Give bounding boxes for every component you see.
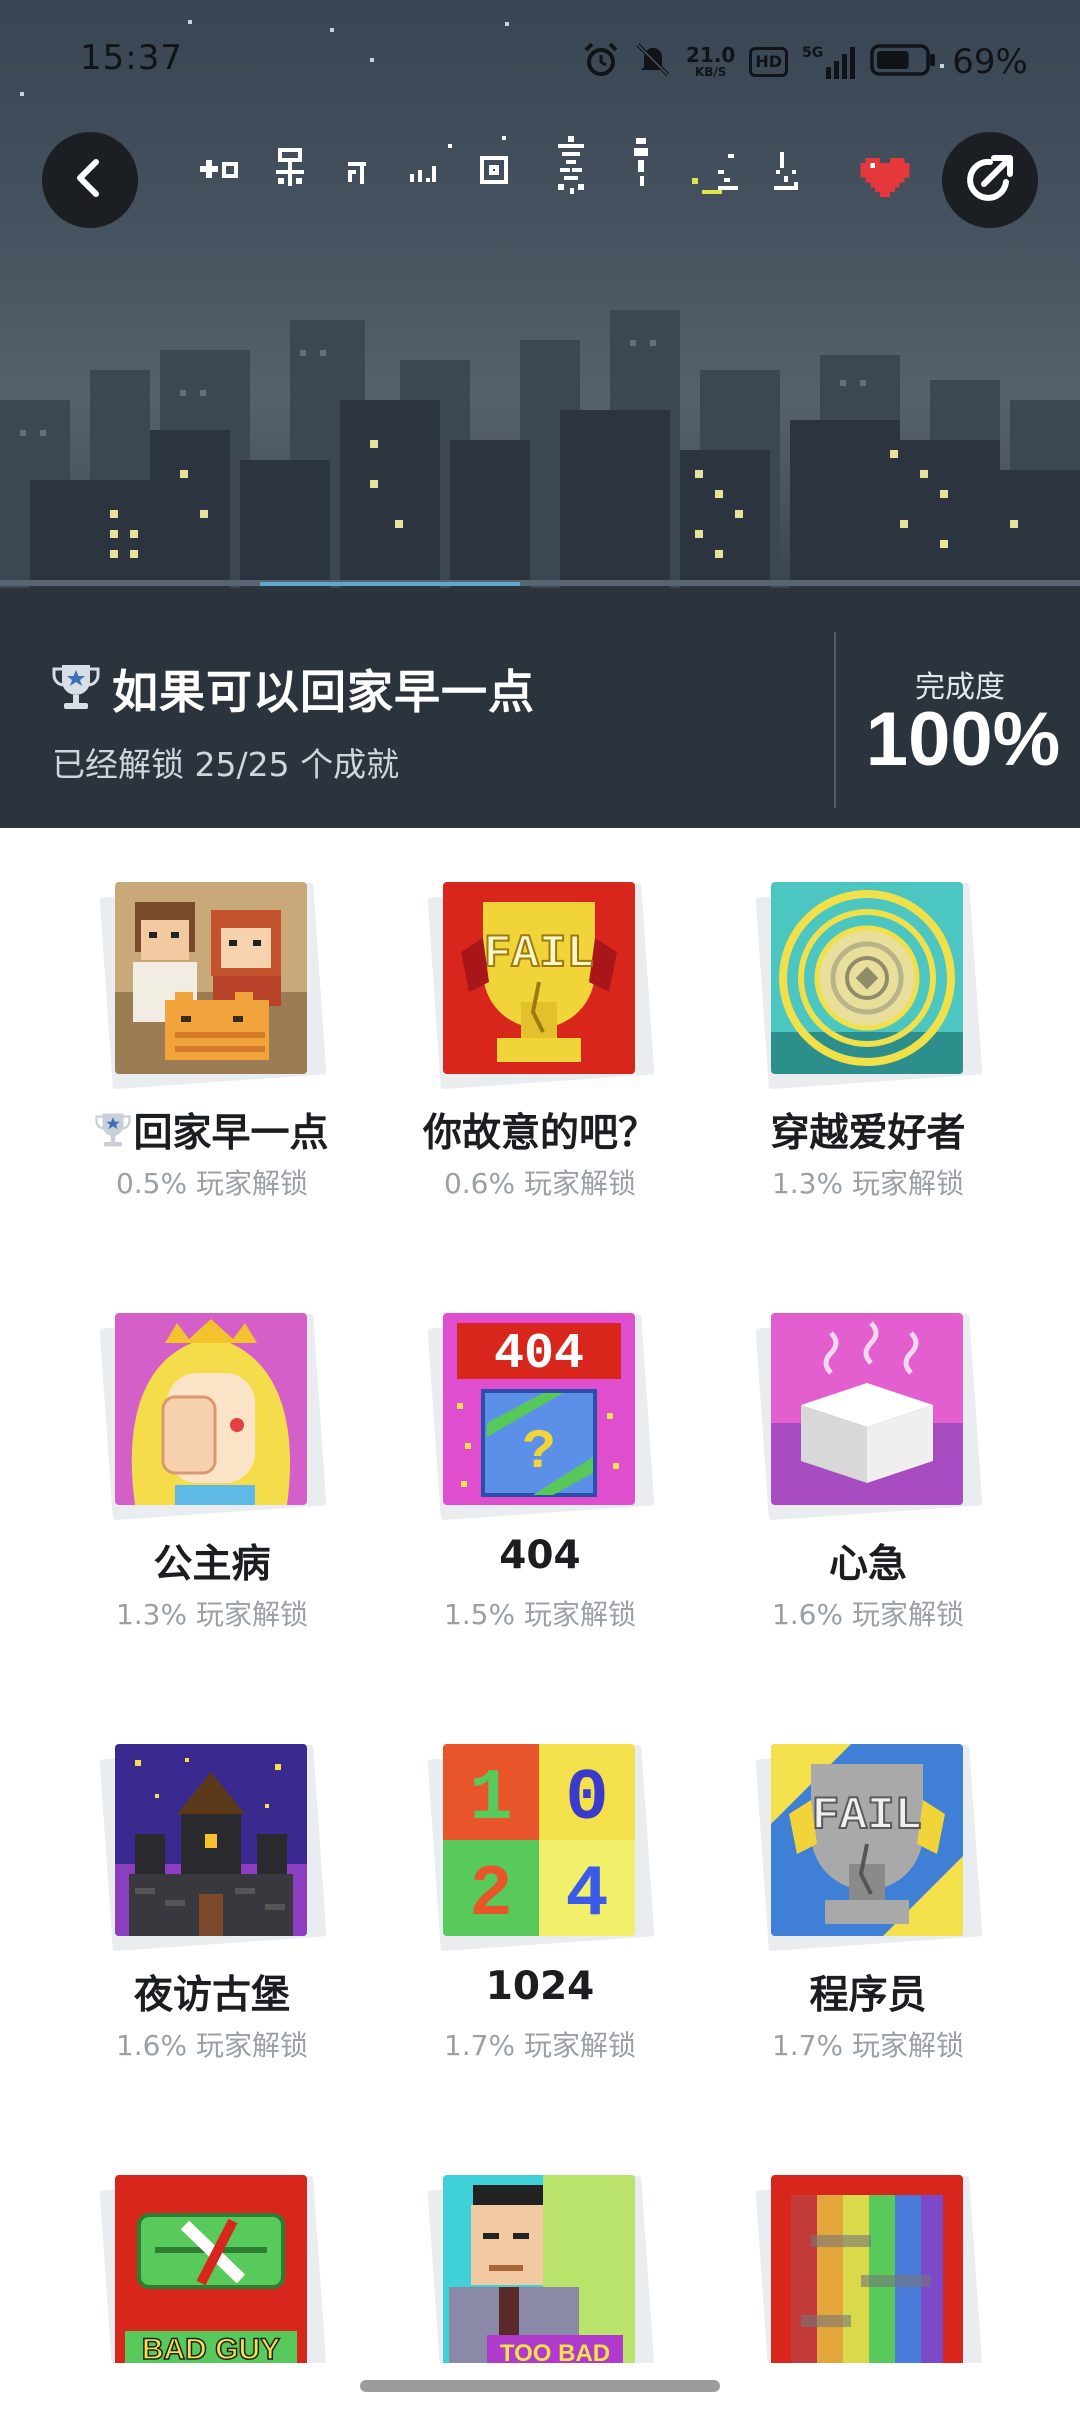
city-skyline xyxy=(0,310,1080,610)
game-title-row: 如果可以回家早一点 xyxy=(52,656,535,722)
achievement-badge-fail-red: FAIL xyxy=(443,882,635,1074)
home-indicator[interactable] xyxy=(360,2380,720,2392)
achievement-card[interactable]: 1 0 2 4 1024 1.7% 玩家解锁 xyxy=(380,1702,700,2082)
share-button[interactable] xyxy=(942,132,1038,228)
achievement-badge-portal xyxy=(771,882,963,1074)
achievement-badge-castle xyxy=(115,1744,307,1936)
svg-text:TOO BAD: TOO BAD xyxy=(500,2340,610,2363)
svg-text:2: 2 xyxy=(469,1854,512,1936)
chevron-left-icon xyxy=(68,156,112,204)
status-icons: 21.0 KB/S HD 5G 69% xyxy=(582,36,1028,88)
achievement-badge-too-bad: TOO BAD xyxy=(443,2175,635,2363)
achievement-name: 你故意的吧？ xyxy=(422,1111,657,1156)
achievement-name: 穿越爱好者 xyxy=(770,1111,966,1156)
unlock-rate: 1.7% 玩家解锁 xyxy=(443,2029,637,2062)
achievement-badge-fail-grey: FAIL xyxy=(771,1744,963,1936)
achievement-card[interactable]: 回家早一点 0.5% 玩家解锁 xyxy=(52,840,372,1220)
divider xyxy=(834,632,836,808)
heart-icon[interactable] xyxy=(860,158,910,206)
achievement-card[interactable]: 穿越爱好者 1.3% 玩家解锁 xyxy=(708,840,1028,1220)
hd-icon: HD xyxy=(749,47,789,77)
trophy-icon xyxy=(52,661,100,717)
achievement-name: 心急 xyxy=(828,1542,907,1587)
achievement-badge-bad-guy: BAD GUY xyxy=(115,2175,307,2363)
status-bar: 15:37 21.0 KB/S HD 5G 69% xyxy=(0,0,1080,120)
achievement-badge-rainbow xyxy=(771,2175,963,2363)
unlock-summary: 已经解锁 25/25 个成就 xyxy=(52,745,400,784)
achievement-card[interactable]: FAIL 程序员 1.7% 玩家解锁 xyxy=(708,1702,1028,2082)
trophy-icon xyxy=(95,1110,132,1160)
achievement-name: 404 xyxy=(499,1533,581,1578)
unlock-rate: 0.6% 玩家解锁 xyxy=(443,1167,637,1200)
alarm-icon xyxy=(582,41,620,83)
achievement-name: 程序员 xyxy=(809,1973,927,2018)
achievement-badge-couple-cat xyxy=(115,882,307,1074)
svg-text:0: 0 xyxy=(565,1758,608,1840)
svg-text:?: ? xyxy=(522,1420,556,1484)
game-title: 如果可以回家早一点 xyxy=(112,665,535,719)
achievement-card[interactable]: FAIL 你故意的吧？ 0.6% 玩家解锁 xyxy=(380,840,700,1220)
unlock-rate: 0.5% 玩家解锁 xyxy=(115,1167,309,1200)
game-header: 15:37 21.0 KB/S HD 5G 69% 如果可以回家早一点 已经解锁… xyxy=(0,0,1080,828)
unlock-rate: 1.6% 玩家解锁 xyxy=(771,1598,965,1631)
achievement-name: 回家早一点 xyxy=(52,1102,372,1160)
achievement-card[interactable]: BAD GUY xyxy=(52,2133,372,2363)
achievement-badge-steam-box xyxy=(771,1313,963,1505)
achievement-card[interactable]: 404 ? 404 1.5% 玩家解锁 xyxy=(380,1271,700,1651)
achievement-badge-404: 404 ? xyxy=(443,1313,635,1505)
svg-text:404: 404 xyxy=(494,1326,584,1383)
completion-value: 100% xyxy=(865,697,1061,782)
status-time: 15:37 xyxy=(80,38,183,78)
achievement-card[interactable]: 公主病 1.3% 玩家解锁 xyxy=(52,1271,372,1651)
achievement-name: 夜访古堡 xyxy=(133,1973,290,2018)
unlock-rate: 1.3% 玩家解锁 xyxy=(115,1598,309,1631)
achievement-badge-1024: 1 0 2 4 xyxy=(443,1744,635,1936)
svg-text:1: 1 xyxy=(469,1758,512,1840)
achievement-card[interactable]: 夜访古堡 1.6% 玩家解锁 xyxy=(52,1702,372,2082)
achievement-name: 1024 xyxy=(485,1964,595,2009)
battery-percent: 69% xyxy=(952,42,1028,82)
unlock-rate: 1.3% 玩家解锁 xyxy=(771,1167,965,1200)
signal-icon: 5G xyxy=(802,45,856,79)
mute-icon xyxy=(634,41,672,83)
back-button[interactable] xyxy=(42,132,138,228)
unlock-rate: 1.7% 玩家解锁 xyxy=(771,2029,965,2062)
network-speed: 21.0 KB/S xyxy=(686,43,736,79)
achievement-name: 公主病 xyxy=(153,1542,271,1587)
unlock-rate: 1.5% 玩家解锁 xyxy=(443,1598,637,1631)
svg-text:FAIL: FAIL xyxy=(812,1790,922,1842)
achievement-card[interactable]: 心急 1.6% 玩家解锁 xyxy=(708,1271,1028,1651)
share-icon xyxy=(962,150,1018,210)
svg-text:BAD GUY: BAD GUY xyxy=(142,2333,280,2363)
svg-text:FAIL: FAIL xyxy=(484,928,594,980)
pixel-title-logo xyxy=(200,136,798,194)
achievement-badge-princess xyxy=(115,1313,307,1505)
battery-icon xyxy=(870,43,936,81)
unlock-rate: 1.6% 玩家解锁 xyxy=(115,2029,309,2062)
achievement-card[interactable] xyxy=(708,2133,1028,2363)
svg-text:4: 4 xyxy=(565,1854,608,1936)
achievement-card[interactable]: TOO BAD xyxy=(380,2133,700,2363)
game-info-panel: 如果可以回家早一点 已经解锁 25/25 个成就 完成度 100% xyxy=(0,620,1080,828)
